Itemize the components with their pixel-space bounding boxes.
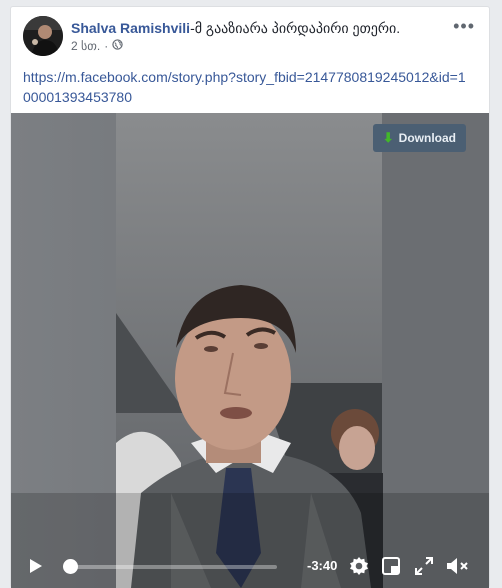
avatar[interactable] [23,16,63,56]
author-name-link[interactable]: Shalva Ramishvili [71,20,190,36]
more-options-icon[interactable]: ••• [453,16,475,37]
shared-live-text: -მ გააზიარა პირდაპირი ეთერი. [190,20,401,36]
download-arrow-icon: ⬇ [382,130,394,145]
play-icon[interactable] [27,557,45,575]
video-player[interactable]: ⬇ Download -3:40 [11,113,489,588]
post-header-title: Shalva Ramishvili-მ გააზიარა პირდაპირი ე… [71,19,451,37]
meta-separator: · [104,39,109,53]
download-label: Download [398,131,456,145]
post-link[interactable]: https://m.facebook.com/story.php?story_f… [23,67,473,107]
post-timestamp[interactable]: 2 სთ. [71,39,100,53]
video-controls: -3:40 [11,544,489,588]
progress-scrubber[interactable] [63,559,78,574]
gear-icon[interactable] [348,555,370,577]
time-remaining: -3:40 [307,558,338,573]
avatar-image [23,16,63,56]
download-button[interactable]: ⬇ Download [372,124,466,152]
picture-in-picture-icon[interactable] [381,556,401,576]
globe-icon[interactable] [112,39,123,53]
video-frame [11,113,489,588]
volume-muted-icon[interactable] [445,555,471,577]
progress-track[interactable] [69,565,277,569]
post-card: Shalva Ramishvili-მ გააზიარა პირდაპირი ე… [10,6,490,588]
post-meta: 2 სთ. · [71,39,123,53]
fullscreen-icon[interactable] [414,556,434,576]
